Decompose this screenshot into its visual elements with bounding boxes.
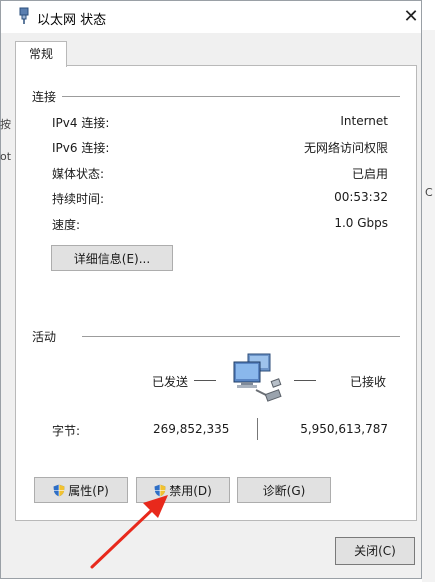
ipv6-label: IPv6 连接: [52,141,110,155]
received-label: 已接收 [350,375,387,389]
sent-line [194,380,216,381]
disable-button[interactable]: 禁用(D) [136,477,230,503]
general-panel: 连接 IPv4 连接: Internet IPv6 连接: 无网络访问权限 媒体… [15,65,417,521]
window-title: 以太网 状态 [37,13,107,28]
diagnose-button[interactable]: 诊断(G) [237,477,331,503]
bytes-separator [257,418,258,440]
connection-divider [62,96,400,97]
ethernet-status-dialog: 以太网 状态 ✕ 常规 连接 IPv4 连接: Internet IPv6 连接… [0,0,422,579]
background-fragment: 按 [0,118,11,131]
network-adapter-icon [19,7,29,24]
background-fragment: C [425,186,433,199]
uac-shield-icon [53,484,65,497]
media-state-value: 已启用 [351,167,388,181]
details-button[interactable]: 详细信息(E)... [51,245,173,271]
activity-divider [82,336,400,337]
speed-value: 1.0 Gbps [334,216,388,230]
bytes-received-value: 5,950,613,787 [300,422,388,436]
disable-button-label: 禁用(D) [169,484,212,498]
bytes-label: 字节: [52,424,81,438]
title-bar: 以太网 状态 ✕ [1,1,421,33]
ipv4-value: Internet [340,114,388,128]
uac-shield-icon [154,484,166,497]
received-line [294,380,316,381]
sent-label: 已发送 [152,375,189,389]
ipv6-value: 无网络访问权限 [303,141,388,155]
connection-heading: 连接 [32,90,57,104]
properties-button[interactable]: 属性(P) [34,477,128,503]
ipv4-label: IPv4 连接: [52,116,110,130]
properties-button-label: 属性(P) [68,484,109,498]
tab-general[interactable]: 常规 [15,41,67,67]
speed-label: 速度: [52,218,81,232]
activity-heading: 活动 [32,330,57,344]
media-state-label: 媒体状态: [52,167,105,181]
duration-value: 00:53:32 [334,190,388,204]
background-window-edge: C [422,30,435,582]
duration-label: 持续时间: [52,192,105,206]
close-icon[interactable]: ✕ [399,5,423,29]
background-fragment: ot [0,150,12,163]
close-button[interactable]: 关闭(C) [335,537,415,565]
bytes-sent-value: 269,852,335 [153,422,230,436]
network-computers-icon [233,353,282,402]
